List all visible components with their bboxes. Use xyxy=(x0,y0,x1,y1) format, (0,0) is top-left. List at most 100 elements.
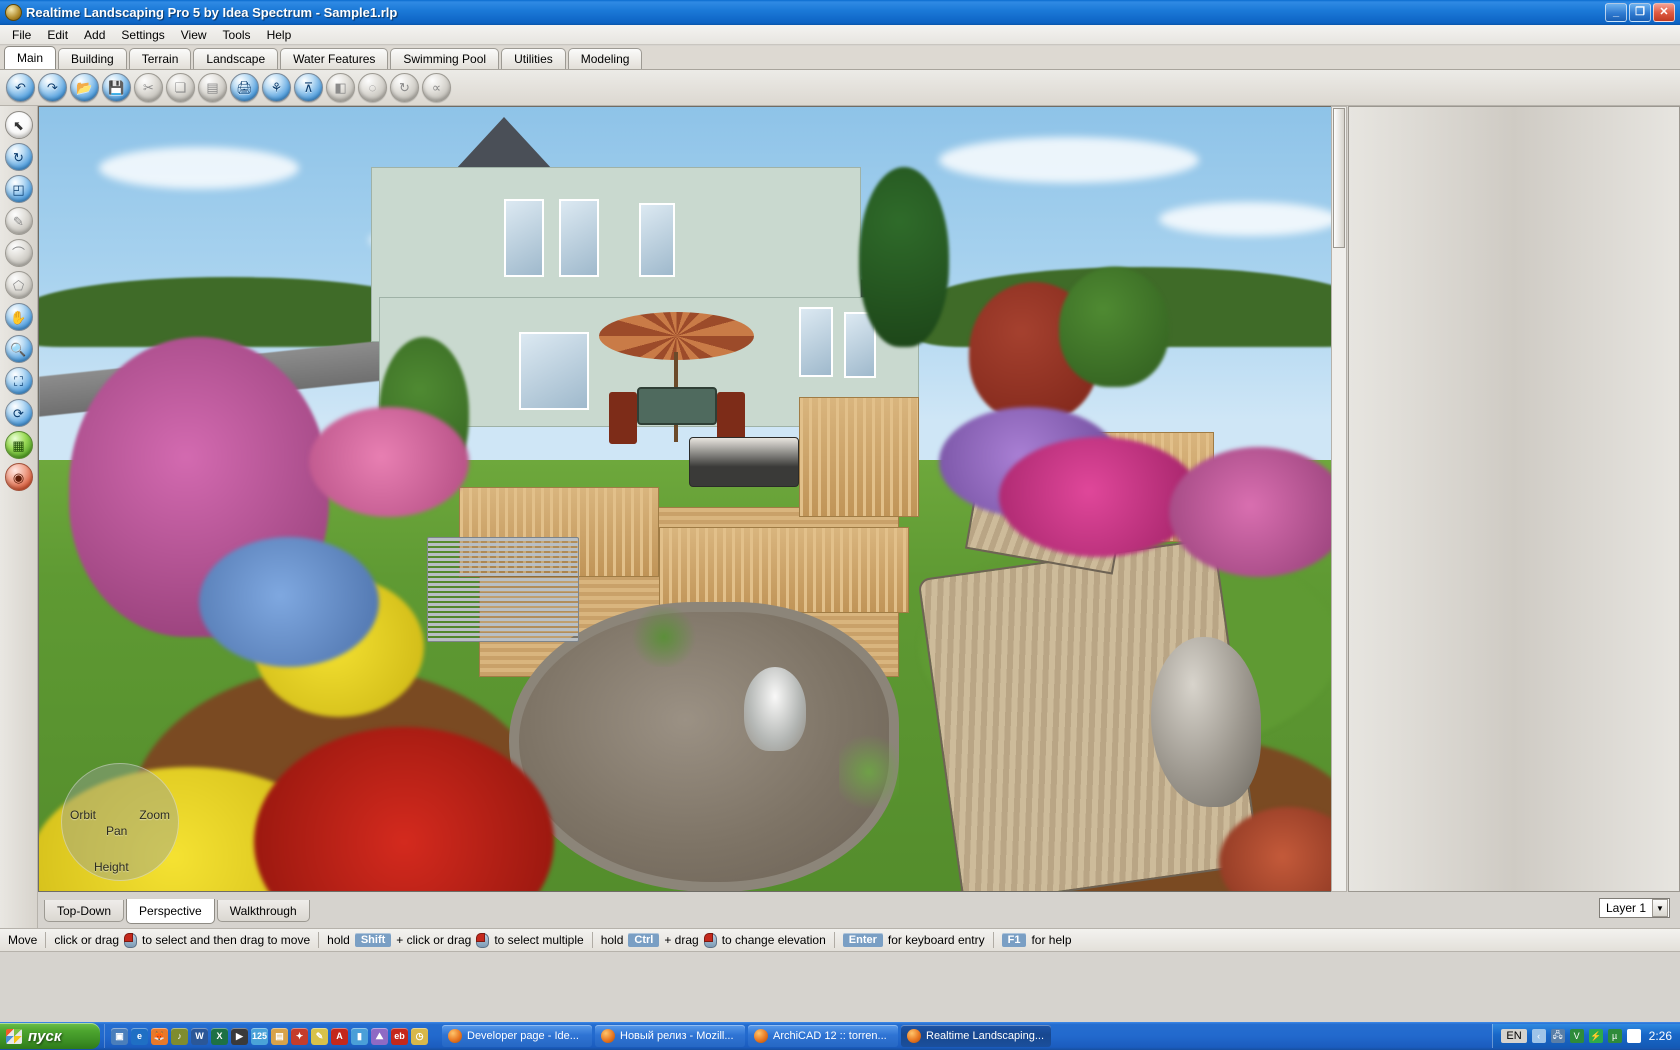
house-window xyxy=(504,199,544,277)
excel-icon[interactable]: X xyxy=(211,1027,228,1045)
notes-icon[interactable]: ✎ xyxy=(311,1027,328,1045)
menu-item-edit[interactable]: Edit xyxy=(39,26,76,44)
design-viewport-3d[interactable]: Orbit Zoom Pan Height xyxy=(38,106,1346,892)
show-desktop-icon[interactable]: ▣ xyxy=(111,1027,128,1045)
start-button[interactable]: пуск xyxy=(0,1023,100,1049)
word-icon[interactable]: W xyxy=(191,1027,208,1045)
top-toolbar: ↶ ↷ 📂 💾 ✂ ❏ ▤ 🖨 ⚘ ⊼ ◧ ◌ ↻ ∝ xyxy=(0,70,1680,106)
select-arrow-icon[interactable]: ⬉ xyxy=(4,111,33,139)
status-hint-key: Enter xyxy=(842,933,883,947)
house-window xyxy=(799,307,833,377)
app-globe-icon xyxy=(907,1029,921,1043)
terrain-grid-icon[interactable]: ▦ xyxy=(4,431,33,459)
zoom-tool-icon[interactable]: 🔍 xyxy=(4,335,33,363)
restore-button[interactable]: ❐ xyxy=(1629,3,1651,22)
deck-railing xyxy=(799,397,919,517)
tab-modeling[interactable]: Modeling xyxy=(567,48,643,69)
minimize-button[interactable]: _ xyxy=(1605,3,1627,22)
scale-tool-icon[interactable]: ◰ xyxy=(4,175,33,203)
menu-item-tools[interactable]: Tools xyxy=(215,26,259,44)
rotate-icon: ↻ xyxy=(390,73,419,102)
menu-item-help[interactable]: Help xyxy=(259,26,300,44)
tab-building[interactable]: Building xyxy=(58,48,127,69)
battery-icon[interactable]: ▮ xyxy=(351,1027,368,1045)
tab-swimming-pool[interactable]: Swimming Pool xyxy=(390,48,500,69)
tab-landscape[interactable]: Landscape xyxy=(193,48,279,69)
title-bar[interactable]: Realtime Landscaping Pro 5 by Idea Spect… xyxy=(0,0,1680,25)
taskbar-button[interactable]: Developer page - Ide... xyxy=(442,1025,592,1047)
undo-icon[interactable]: ↶ xyxy=(6,73,35,102)
photo-icon[interactable]: ⛰ xyxy=(371,1027,388,1045)
status-hint: click or drag to select and then drag to … xyxy=(46,929,318,951)
paint-icon[interactable]: ✦ xyxy=(291,1027,308,1045)
winamp-icon[interactable]: ♪ xyxy=(171,1027,188,1045)
tab-utilities[interactable]: Utilities xyxy=(501,48,566,69)
acrobat-icon[interactable]: A xyxy=(331,1027,348,1045)
open-file-icon[interactable]: 📂 xyxy=(70,73,99,102)
compass-label-height[interactable]: Height xyxy=(94,860,129,874)
close-button[interactable]: ✕ xyxy=(1653,3,1675,22)
save-icon[interactable]: 💾 xyxy=(102,73,131,102)
rotate-tool-icon[interactable]: ↻ xyxy=(4,143,33,171)
render-tool-icon[interactable]: ◉ xyxy=(4,463,33,491)
mail-icon[interactable]: ✉ xyxy=(1626,1029,1641,1043)
plant-icon[interactable]: ⚘ xyxy=(262,73,291,102)
align-icon[interactable]: ⊼ xyxy=(294,73,323,102)
menu-item-view[interactable]: View xyxy=(173,26,215,44)
pan-tool-icon[interactable]: ✋ xyxy=(4,303,33,331)
redo-icon[interactable]: ↷ xyxy=(38,73,67,102)
tab-main[interactable]: Main xyxy=(4,46,57,69)
view-tab-perspective[interactable]: Perspective xyxy=(126,898,215,924)
deck-railing xyxy=(659,527,909,613)
tab-water-features[interactable]: Water Features xyxy=(280,48,389,69)
taskbar-button[interactable]: ArchiCAD 12 :: torren... xyxy=(748,1025,898,1047)
compass-label-zoom[interactable]: Zoom xyxy=(139,808,170,822)
right-side-panel[interactable] xyxy=(1348,106,1680,892)
status-hint-post: for help xyxy=(1031,933,1072,947)
clock-icon[interactable]: ◷ xyxy=(411,1027,428,1045)
compass-label-pan[interactable]: Pan xyxy=(106,824,127,838)
viewport-vertical-scrollbar[interactable] xyxy=(1331,106,1347,892)
mouse-cursor-icon xyxy=(703,932,717,948)
view-tab-top-down[interactable]: Top-Down xyxy=(44,900,125,922)
patio-table xyxy=(637,387,717,425)
copy-icon: ❏ xyxy=(166,73,195,102)
menu-item-settings[interactable]: Settings xyxy=(113,26,172,44)
layer-selector[interactable]: Layer 1 ▼ xyxy=(1598,898,1670,918)
view-tab-walkthrough[interactable]: Walkthrough xyxy=(216,900,310,922)
chevron-down-icon[interactable]: ▼ xyxy=(1652,899,1668,917)
show-hidden-icons-icon[interactable]: ‹ xyxy=(1531,1029,1546,1043)
firefox-icon[interactable]: 🦊 xyxy=(151,1027,168,1045)
cloud-decor xyxy=(1159,202,1339,236)
navigation-compass[interactable]: Orbit Zoom Pan Height xyxy=(61,763,179,881)
curve-tool-icon: ⌒ xyxy=(4,239,33,267)
utorrent-icon[interactable]: µ xyxy=(1607,1029,1622,1043)
taskbar-button[interactable]: Новый релиз - Mozill... xyxy=(595,1025,745,1047)
network-icon[interactable]: 🖧 xyxy=(1550,1029,1565,1043)
status-hint: Enter for keyboard entry xyxy=(835,929,993,951)
flower-bed-pink xyxy=(309,407,469,517)
print-icon[interactable]: 🖨 xyxy=(230,73,259,102)
status-bar: Move click or drag to select and then drag… xyxy=(0,928,1680,952)
status-hint-post: to change elevation xyxy=(721,933,826,947)
taskbar-clock[interactable]: 2:26 xyxy=(1646,1029,1672,1043)
ebay-icon[interactable]: eb xyxy=(391,1027,408,1045)
menu-item-add[interactable]: Add xyxy=(76,26,113,44)
scrollbar-thumb[interactable] xyxy=(1333,108,1345,248)
explorer-folder-icon[interactable]: ▤ xyxy=(271,1027,288,1045)
app-globe-icon[interactable] xyxy=(5,4,22,21)
internet-explorer-icon[interactable]: e xyxy=(131,1027,148,1045)
language-indicator[interactable]: EN xyxy=(1501,1029,1527,1043)
zoom-window-icon[interactable]: ⛶ xyxy=(4,367,33,395)
compass-label-orbit[interactable]: Orbit xyxy=(70,808,96,822)
status-hint-pre: hold xyxy=(600,933,624,947)
taskbar-button[interactable]: Realtime Landscaping... xyxy=(901,1025,1051,1047)
updater-icon[interactable]: ⚡ xyxy=(1588,1029,1603,1043)
k-lite-icon[interactable]: 125 xyxy=(251,1027,268,1045)
media-player-icon[interactable]: ▶ xyxy=(231,1027,248,1045)
orbit-tool-icon[interactable]: ⟳ xyxy=(4,399,33,427)
flower-bed-magenta xyxy=(999,437,1199,557)
menu-item-file[interactable]: File xyxy=(4,26,39,44)
tab-terrain[interactable]: Terrain xyxy=(128,48,192,69)
antivirus-icon[interactable]: V xyxy=(1569,1029,1584,1043)
